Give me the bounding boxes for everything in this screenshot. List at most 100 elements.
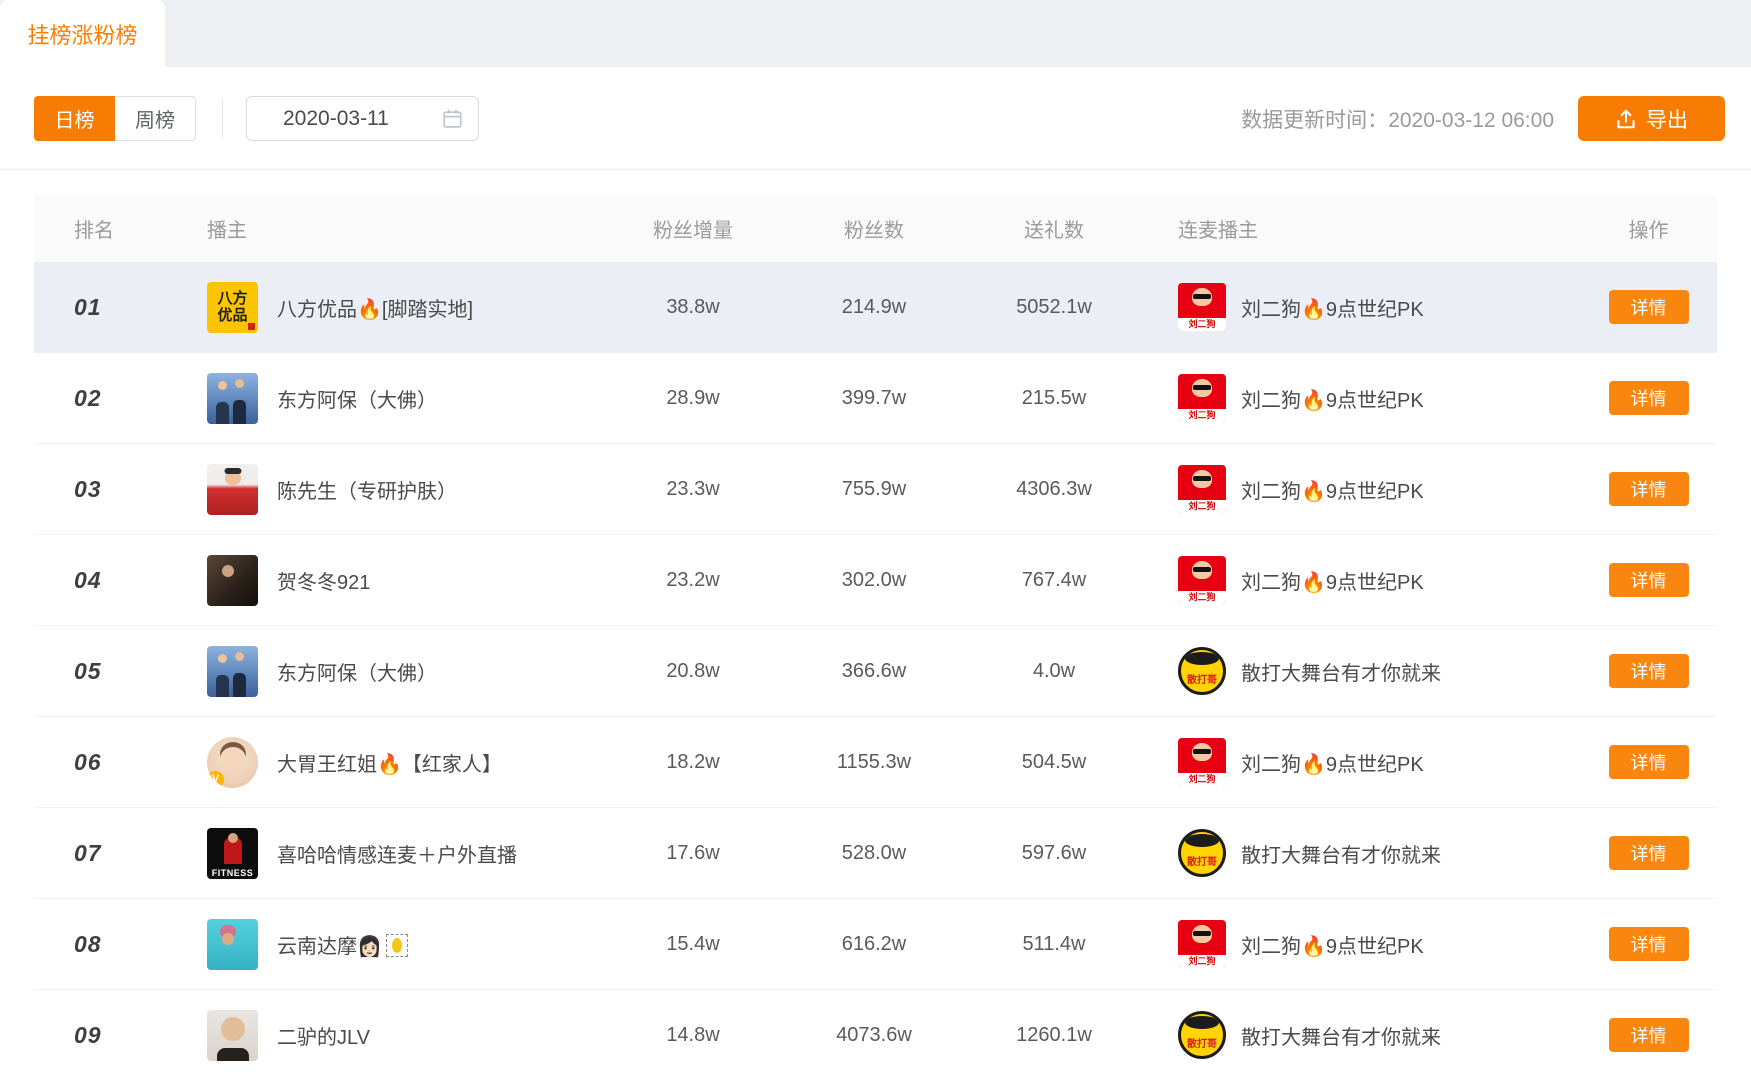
partner-avatar-label: 散打哥 [1181,853,1223,868]
partner-name: 刘二狗🔥9点世纪PK [1241,475,1424,504]
partner-name: 散打大舞台有才你就来 [1241,839,1441,868]
date-value: 2020-03-11 [283,107,389,131]
ranking-table: 排名 播主 粉丝增量 粉丝数 送礼数 连麦播主 操作 01 八方优品 八方优品🔥… [0,195,1751,1080]
date-picker[interactable]: 2020-03-11 [246,96,479,141]
table-row: 02 东方阿保（大佛） 28.9w 399.7w 215.5w 刘二狗 刘二狗🔥… [34,353,1717,444]
detail-button[interactable]: 详情 [1609,290,1689,324]
rank-cell: 02 [34,385,174,412]
partner-cell: 刘二狗 刘二狗🔥9点世纪PK [1126,738,1580,786]
export-icon [1615,108,1637,130]
fans-increase-cell: 14.8w [620,1024,766,1047]
update-time-label: 数据更新时间： [1241,109,1388,132]
fans-increase-cell: 28.9w [620,387,766,410]
host-avatar-label [207,373,258,424]
action-cell: 详情 [1580,927,1717,961]
gifts-cell: 4306.3w [982,478,1126,501]
column-header-partner: 连麦播主 [1126,214,1580,243]
detail-button[interactable]: 详情 [1609,836,1689,870]
rank-number: 05 [74,658,102,684]
detail-button[interactable]: 详情 [1609,563,1689,597]
partner-avatar: 散打哥 [1178,1011,1226,1059]
host-name: 东方阿保（大佛） [277,384,437,413]
host-cell: 云南达摩👩🏻 [174,919,620,970]
calendar-icon [442,108,463,129]
host-cell: 二驴的JLV [174,1010,620,1061]
export-button[interactable]: 导出 [1578,96,1725,141]
gifts-cell: 4.0w [982,660,1126,683]
host-name: 云南达摩👩🏻 [277,930,408,959]
daily-rank-button[interactable]: 日榜 [34,96,115,141]
partner-cell: 刘二狗 刘二狗🔥9点世纪PK [1126,374,1580,422]
fans-total-cell: 755.9w [766,478,982,501]
table-header: 排名 播主 粉丝增量 粉丝数 送礼数 连麦播主 操作 [34,195,1717,262]
detail-button[interactable]: 详情 [1609,381,1689,415]
host-avatar-label [207,919,258,970]
host-name: 喜哈哈情感连麦＋户外直播 [277,839,517,868]
update-time-value: 2020-03-12 06:00 [1388,109,1554,132]
gifts-cell: 511.4w [982,933,1126,956]
partner-avatar: 刘二狗 [1178,374,1226,422]
host-avatar: 八方优品 [207,282,258,333]
partner-cell: 散打哥 散打大舞台有才你就来 [1126,647,1580,695]
fans-total-cell: 366.6w [766,660,982,683]
column-header-host: 播主 [174,214,620,243]
host-avatar-label [207,646,258,697]
partner-avatar: 刘二狗 [1178,556,1226,604]
host-avatar [207,555,258,606]
host-avatar [207,373,258,424]
detail-button[interactable]: 详情 [1609,927,1689,961]
host-avatar [207,1010,258,1061]
partner-avatar: 散打哥 [1178,829,1226,877]
partner-cell: 刘二狗 刘二狗🔥9点世纪PK [1126,920,1580,968]
detail-button[interactable]: 详情 [1609,472,1689,506]
host-avatar-label [207,464,258,515]
partner-name: 刘二狗🔥9点世纪PK [1241,748,1424,777]
update-time: 数据更新时间：2020-03-12 06:00 [1241,104,1554,134]
action-cell: 详情 [1580,654,1717,688]
table-row: 04 贺冬冬921 23.2w 302.0w 767.4w 刘二狗 刘二狗🔥9点… [34,535,1717,626]
column-header-rank: 排名 [34,214,174,243]
partner-avatar-label: 刘二狗 [1178,318,1226,331]
rank-number: 09 [74,1022,102,1048]
partner-cell: 散打哥 散打大舞台有才你就来 [1126,1011,1580,1059]
partner-avatar-label: 散打哥 [1181,1035,1223,1050]
vertical-divider [222,100,223,138]
toolbar-separator [0,169,1751,170]
action-cell: 详情 [1580,563,1717,597]
gifts-cell: 1260.1w [982,1024,1126,1047]
partner-cell: 刘二狗 刘二狗🔥9点世纪PK [1126,283,1580,331]
host-cell: 东方阿保（大佛） [174,646,620,697]
gifts-cell: 215.5w [982,387,1126,410]
column-header-action: 操作 [1580,214,1717,243]
rank-number: 04 [74,567,102,593]
host-avatar-label [207,555,258,606]
detail-button[interactable]: 详情 [1609,1018,1689,1052]
period-toggle: 日榜 周榜 [34,96,196,141]
fans-total-cell: 214.9w [766,296,982,319]
table-body: 01 八方优品 八方优品🔥[脚踏实地] 38.8w 214.9w 5052.1w… [34,262,1717,1080]
rank-number: 01 [74,294,102,320]
host-cell: 陈先生（专研护肤） [174,464,620,515]
fans-increase-cell: 17.6w [620,842,766,865]
fans-increase-cell: 20.8w [620,660,766,683]
action-cell: 详情 [1580,290,1717,324]
host-cell: V 大胃王红姐🔥【红家人】 [174,737,620,788]
partner-avatar: 刘二狗 [1178,465,1226,513]
weekly-rank-button[interactable]: 周榜 [115,96,196,141]
host-name: 大胃王红姐🔥【红家人】 [277,748,502,777]
fans-total-cell: 1155.3w [766,751,982,774]
column-header-gifts: 送礼数 [982,214,1126,243]
detail-button[interactable]: 详情 [1609,745,1689,779]
host-avatar [207,919,258,970]
host-name: 贺冬冬921 [277,566,370,595]
tab-fan-growth-ranking[interactable]: 挂榜涨粉榜 [0,0,165,67]
rank-cell: 06 [34,749,174,776]
detail-button[interactable]: 详情 [1609,654,1689,688]
table-row: 06 V 大胃王红姐🔥【红家人】 18.2w 1155.3w 504.5w 刘二… [34,717,1717,808]
action-cell: 详情 [1580,472,1717,506]
gifts-cell: 5052.1w [982,296,1126,319]
rank-number: 02 [74,385,102,411]
partner-avatar-label: 刘二狗 [1178,591,1226,604]
toolbar: 日榜 周榜 2020-03-11 数据更新时间：2020-03-12 06:00 [34,95,1725,142]
host-name: 陈先生（专研护肤） [277,475,457,504]
